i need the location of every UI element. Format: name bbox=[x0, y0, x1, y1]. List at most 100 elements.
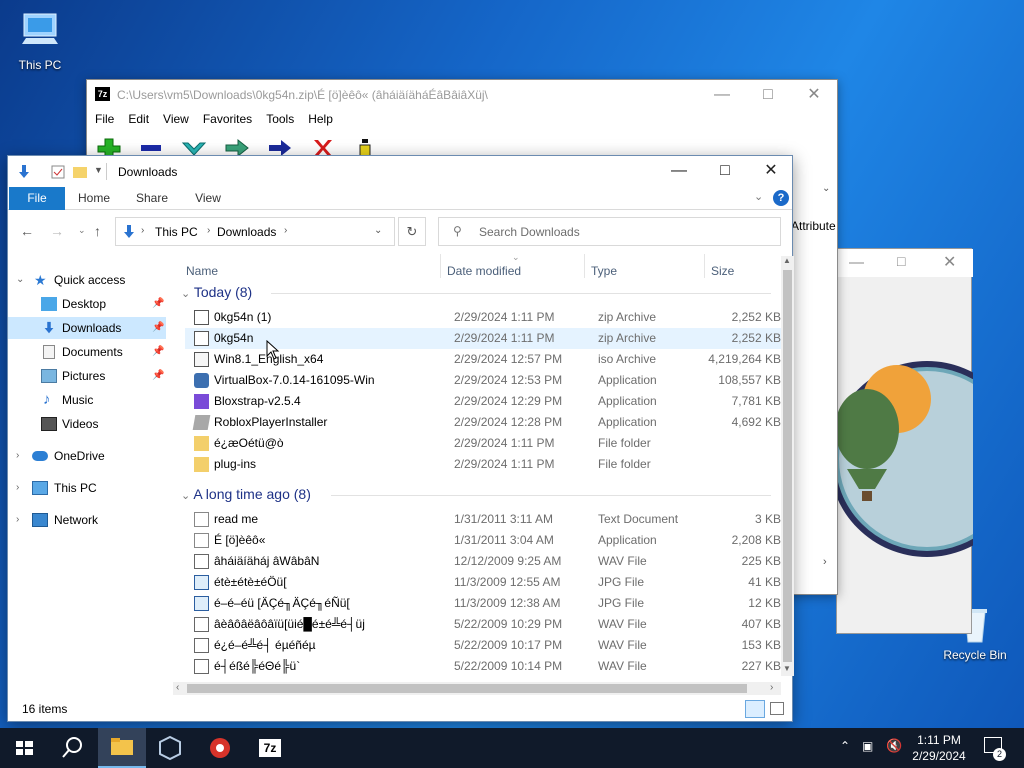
tab-view[interactable]: View bbox=[186, 187, 230, 210]
close-icon[interactable]: ✕ bbox=[791, 80, 837, 109]
column-header-size[interactable]: Size bbox=[711, 264, 734, 278]
file-row[interactable]: Bloxstrap-v2.5.4 2/29/2024 12:29 PM Applic… bbox=[185, 391, 781, 412]
network-status-icon[interactable]: ▣ bbox=[862, 739, 873, 753]
file-row[interactable]: âèâôâëâôâïü[üié█é±é╩é┤üj 5/22/2009 10:29 … bbox=[185, 614, 781, 635]
file-row[interactable]: plug-ins 2/29/2024 1:11 PM File folder bbox=[185, 454, 781, 475]
menu-favorites[interactable]: Favorites bbox=[203, 112, 252, 126]
file-size: 227 KB bbox=[741, 659, 781, 673]
file-row[interactable]: é¿æOétü@ò 2/29/2024 1:11 PM File folder bbox=[185, 433, 781, 454]
file-row[interactable]: é¿é–é╩é┤ éµéñéµ 5/22/2009 10:17 PM WAV Fil… bbox=[185, 635, 781, 656]
scroll-down-icon[interactable]: ▼ bbox=[783, 664, 791, 673]
column-header-type[interactable]: Type bbox=[591, 264, 617, 278]
bloxstrap-icon[interactable] bbox=[196, 728, 244, 768]
wav-icon bbox=[194, 554, 209, 569]
taskbar-explorer[interactable] bbox=[98, 728, 146, 768]
tab-file[interactable]: File bbox=[9, 187, 65, 210]
address-dropdown-icon[interactable]: ⌄ bbox=[374, 225, 382, 236]
details-view-icon[interactable] bbox=[745, 700, 765, 718]
nav-onedrive[interactable]: › OneDrive bbox=[8, 445, 166, 467]
maximize-icon[interactable]: □ bbox=[702, 156, 748, 185]
file-row[interactable]: é┤éßé╠éΘé╠ü` 5/22/2009 10:14 PM WAV File 22… bbox=[185, 656, 781, 677]
taskbar-7zip[interactable]: 7z bbox=[246, 728, 294, 768]
maximize-icon[interactable]: □ bbox=[745, 80, 791, 109]
column-divider[interactable] bbox=[584, 254, 585, 278]
scroll-up-icon[interactable]: ▲ bbox=[783, 256, 791, 265]
file-row[interactable]: étè±étè±éÖü[11/3/2009 12:55 AM JPG File 41… bbox=[185, 572, 781, 593]
nav-videos[interactable]: Videos bbox=[8, 413, 166, 435]
chevron-down-icon[interactable]: ▼ bbox=[94, 165, 103, 175]
file-row[interactable]: 0kg54n (1) 2/29/2024 1:11 PM zip Archive 2,… bbox=[185, 307, 781, 328]
minimize-icon[interactable]: — bbox=[699, 80, 745, 109]
maximize-icon[interactable]: □ bbox=[897, 253, 905, 269]
column-header-date[interactable]: Date modified bbox=[447, 264, 521, 278]
search-input[interactable]: ⚲ Search Downloads bbox=[438, 217, 781, 246]
recent-locations-icon[interactable]: ⌄ bbox=[78, 225, 86, 236]
back-icon[interactable]: ← bbox=[20, 223, 34, 239]
virtualbox-icon[interactable] bbox=[146, 728, 194, 768]
nav-pictures[interactable]: Pictures 📌 bbox=[8, 365, 166, 387]
nav-documents[interactable]: Documents 📌 bbox=[8, 341, 166, 363]
scroll-left-icon[interactable]: ‹ bbox=[176, 682, 179, 693]
nav-downloads[interactable]: Downloads 📌 bbox=[8, 317, 166, 339]
breadcrumb-downloads[interactable]: Downloads bbox=[217, 225, 276, 239]
file-row[interactable]: RobloxPlayerInstaller 2/29/2024 12:28 PM A… bbox=[185, 412, 781, 433]
group-header[interactable]: ⌄ Today (8) bbox=[181, 284, 771, 300]
file-date: 2/29/2024 12:53 PM bbox=[454, 373, 563, 387]
group-header[interactable]: ⌄ A long time ago (8) bbox=[181, 486, 771, 502]
minimize-icon[interactable]: — bbox=[656, 156, 702, 185]
scrollbar-thumb[interactable] bbox=[187, 684, 747, 693]
file-row[interactable]: read me 1/31/2011 3:11 AM Text Document 3 K… bbox=[185, 509, 781, 530]
folder-icon bbox=[111, 738, 133, 755]
downloads-arrow-icon[interactable] bbox=[16, 164, 32, 180]
close-icon[interactable]: ✕ bbox=[943, 252, 956, 272]
chevron-down-icon[interactable]: ⌄ bbox=[822, 183, 830, 194]
file-row[interactable]: É [ö]èêô« 1/31/2011 3:04 AM Application 2,2… bbox=[185, 530, 781, 551]
scrollbar-thumb[interactable] bbox=[783, 270, 792, 662]
column-divider[interactable] bbox=[440, 254, 441, 278]
documents-icon bbox=[43, 345, 55, 359]
refresh-icon[interactable]: ↻ bbox=[398, 217, 426, 246]
start-icon[interactable] bbox=[0, 728, 48, 768]
menu-help[interactable]: Help bbox=[308, 112, 333, 126]
help-icon[interactable]: ? bbox=[773, 190, 789, 206]
new-folder-icon[interactable] bbox=[72, 164, 88, 180]
column-header-name[interactable]: Name bbox=[186, 264, 218, 278]
file-date: 2/29/2024 1:11 PM bbox=[454, 436, 555, 450]
properties-icon[interactable] bbox=[50, 164, 66, 180]
expand-ribbon-icon[interactable]: ⌄ bbox=[754, 190, 763, 203]
menu-file[interactable]: File bbox=[95, 112, 114, 126]
nav-network[interactable]: › Network bbox=[8, 509, 166, 531]
horizontal-scrollbar[interactable]: ‹ › bbox=[173, 682, 781, 695]
minimize-icon[interactable]: — bbox=[849, 254, 864, 271]
menu-edit[interactable]: Edit bbox=[128, 112, 149, 126]
group-label: Today (8) bbox=[193, 284, 253, 300]
nav-desktop[interactable]: Desktop 📌 bbox=[8, 293, 166, 315]
close-icon[interactable]: ✕ bbox=[748, 156, 794, 185]
nav-this-pc[interactable]: › This PC bbox=[8, 477, 166, 499]
breadcrumb-this-pc[interactable]: This PC bbox=[155, 225, 198, 239]
file-row[interactable]: âháiäíäháj âWâbâN 12/12/2009 9:25 AM WAV F… bbox=[185, 551, 781, 572]
tab-home[interactable]: Home bbox=[72, 187, 116, 210]
menu-tools[interactable]: Tools bbox=[266, 112, 294, 126]
show-hidden-icons-icon[interactable]: ⌃ bbox=[840, 739, 850, 753]
tab-share[interactable]: Share bbox=[130, 187, 174, 210]
address-bar[interactable]: › This PC › Downloads › ⌄ bbox=[115, 217, 395, 246]
nav-music[interactable]: ♪ Music bbox=[8, 389, 166, 411]
up-icon[interactable]: ↑ bbox=[94, 223, 101, 239]
iso-icon bbox=[194, 352, 209, 367]
vertical-scrollbar[interactable]: ▲ ▼ bbox=[781, 256, 794, 676]
nav-quick-access[interactable]: ⌄ ★ Quick access bbox=[8, 269, 166, 291]
file-date: 12/12/2009 9:25 AM bbox=[454, 554, 562, 568]
desktop-icon-this-pc[interactable]: This PC bbox=[0, 10, 80, 72]
file-row[interactable]: é–é–éü [ÄÇé╖ÄÇé╖éÑü[11/3/2009 12:38 AM JP… bbox=[185, 593, 781, 614]
menu-view[interactable]: View bbox=[163, 112, 189, 126]
large-icons-view-icon[interactable] bbox=[770, 702, 784, 715]
file-row[interactable]: VirtualBox-7.0.14-161095-Win 2/29/2024 12… bbox=[185, 370, 781, 391]
taskbar-clock[interactable]: 1:11 PM 2/29/2024 bbox=[900, 732, 978, 764]
scroll-right-icon[interactable]: › bbox=[823, 556, 827, 568]
search-icon[interactable] bbox=[48, 728, 96, 768]
scroll-right-icon[interactable]: › bbox=[770, 682, 773, 693]
forward-icon[interactable]: → bbox=[50, 223, 64, 239]
column-divider[interactable] bbox=[704, 254, 705, 278]
attributes-column-header[interactable]: Attribute bbox=[791, 219, 836, 233]
